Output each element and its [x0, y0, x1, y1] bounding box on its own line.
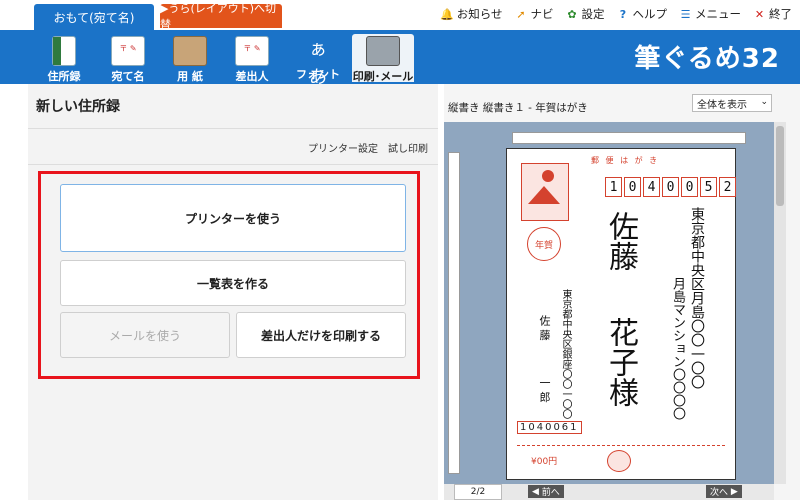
make-list-button[interactable]: 一覧表を作る	[60, 260, 406, 306]
print-sender-only-button[interactable]: 差出人だけを印刷する	[236, 312, 406, 358]
preview-title: 縦書き 縦書き１ - 年賀はがき	[448, 102, 588, 114]
new-year-mark: 年賀	[527, 227, 561, 261]
close-icon: ✕	[754, 7, 765, 21]
vertical-ruler	[448, 152, 460, 474]
recipient-family-name: 佐藤	[603, 211, 638, 271]
toolbar-font[interactable]: ぁあ フォント	[288, 34, 348, 88]
menu-main[interactable]: ☰ メニュー	[679, 6, 741, 22]
menu-icon: ☰	[680, 7, 691, 21]
font-icon: ぁあ	[309, 39, 327, 88]
chevron-down-icon: ⌄	[760, 97, 768, 107]
toolbar-print-mail[interactable]: 印刷･メール	[352, 34, 414, 83]
horizontal-ruler	[512, 132, 746, 144]
top-menu: 🔔 お知らせ ➚ ナビ ✿ 設定 ? ヘルプ ☰ メニュー ✕ 終了	[440, 6, 792, 22]
menu-news[interactable]: 🔔 お知らせ	[440, 6, 502, 22]
navi-arrow-icon: ➚	[516, 7, 526, 21]
menu-exit[interactable]: ✕ 終了	[753, 6, 792, 22]
toolbar-sender[interactable]: 〒 ✎ 差出人	[222, 34, 282, 83]
top-bar: おもて(宛て名) ▶うら(レイアウト)へ切替 🔔 お知らせ ➚ ナビ ✿ 設定 …	[0, 0, 800, 31]
page-number: 2/2	[454, 484, 502, 500]
zoom-select[interactable]: 全体を表示 ⌄	[692, 94, 772, 112]
test-print-link[interactable]: 試し印刷	[388, 140, 428, 155]
preview-scrollbar[interactable]	[774, 122, 786, 484]
postcard-header: 郵 便 は が き	[591, 156, 660, 165]
app-logo: 筆ぐるめ32	[634, 44, 780, 74]
divider	[28, 128, 438, 129]
price-label: ¥00円	[531, 457, 558, 467]
lucky-cat-image	[607, 450, 631, 472]
sender-icon: 〒 ✎	[235, 36, 269, 66]
prev-icon: ◀	[532, 486, 542, 497]
toolbar-paper[interactable]: 用 紙	[160, 34, 220, 83]
lottery-area: ¥00円	[517, 445, 725, 474]
sender-zip: 1040061	[517, 421, 582, 434]
toolbar-address-book[interactable]: 住所録	[34, 34, 94, 83]
bell-icon: 🔔	[440, 7, 455, 21]
menu-help[interactable]: ? ヘルプ	[617, 6, 667, 22]
scroll-thumb[interactable]	[776, 126, 784, 206]
tab-back-layout[interactable]: ▶うら(レイアウト)へ切替	[160, 2, 282, 31]
addressee-icon: 〒 ✎	[111, 36, 145, 66]
print-links: プリンター設定 試し印刷	[308, 140, 428, 155]
use-mail-button[interactable]: メールを使う	[60, 312, 230, 358]
next-icon: ▶	[728, 486, 738, 497]
use-printer-button[interactable]: プリンターを使う	[60, 184, 406, 252]
menu-settings[interactable]: ✿ 設定	[566, 6, 604, 22]
help-icon: ?	[619, 7, 627, 21]
menu-navi[interactable]: ➚ ナビ	[515, 6, 553, 22]
recipient-zip: 1 0 4 0 0 5 2	[605, 177, 736, 197]
recipient-address-line1: 東京都中央区月島〇〇一〇〇	[689, 207, 705, 389]
divider	[28, 164, 438, 165]
postcard-preview: 年賀 郵 便 は が き 1 0 4 0 0 5 2 東京都中央区月島〇〇一〇〇…	[506, 148, 736, 480]
recipient-address-line2: 月島マンション〇〇〇〇	[670, 277, 685, 420]
next-page-button[interactable]: 次へ ▶	[706, 485, 742, 498]
prev-page-button[interactable]: ◀ 前へ	[528, 485, 564, 498]
gear-icon: ✿	[567, 7, 577, 21]
left-panel: 新しい住所録 プリンター設定 試し印刷 プリンターを使う 一覧表を作る メールを…	[28, 84, 438, 500]
sender-family-name: 佐 藤	[538, 315, 551, 341]
sender-given-name: 一 郎	[538, 377, 551, 403]
page-bar: 2/2 ◀ 前へ 次へ ▶	[444, 484, 774, 500]
preview-panel: 縦書き 縦書き１ - 年賀はがき 全体を表示 ⌄ 年賀 郵 便 は が き 1 …	[444, 84, 800, 500]
printer-settings-link[interactable]: プリンター設定	[308, 140, 378, 155]
printer-icon	[366, 36, 400, 66]
tab-front-addressee[interactable]: おもて(宛て名)	[34, 4, 154, 30]
sender-address: 東京都中央区銀座〇〇一〇〇	[560, 289, 571, 419]
stamp-image	[521, 163, 569, 221]
address-book-title: 新しい住所録	[36, 99, 120, 115]
recipient-given-name: 花子様	[603, 317, 638, 407]
toolbar-addressee[interactable]: 〒 ✎ 宛て名	[98, 34, 158, 83]
address-book-icon	[52, 36, 76, 66]
paper-icon	[173, 36, 207, 66]
